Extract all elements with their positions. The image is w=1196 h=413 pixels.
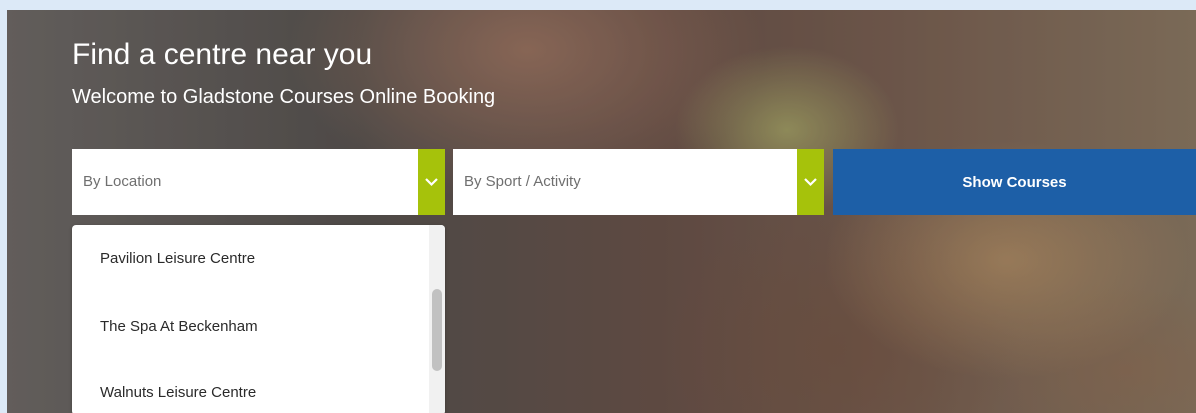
- show-courses-button[interactable]: Show Courses: [833, 149, 1196, 215]
- dropdown-scrollbar-thumb[interactable]: [432, 289, 442, 371]
- dropdown-option-walnuts[interactable]: Walnuts Leisure Centre: [100, 384, 256, 401]
- hero-banner: Find a centre near you Welcome to Gladst…: [7, 10, 1196, 413]
- page-title: Find a centre near you: [72, 38, 373, 71]
- chevron-down-icon: [425, 178, 438, 187]
- location-select-toggle[interactable]: [418, 149, 445, 215]
- dropdown-scrollbar[interactable]: [429, 225, 445, 413]
- sport-select-toggle[interactable]: [797, 149, 824, 215]
- dropdown-option-pavilion[interactable]: Pavilion Leisure Centre: [100, 250, 255, 267]
- sport-select-placeholder: By Sport / Activity: [464, 173, 581, 190]
- page-subtitle: Welcome to Gladstone Courses Online Book…: [72, 86, 496, 108]
- location-select-placeholder: By Location: [83, 173, 162, 190]
- location-dropdown-list: Pavilion Leisure Centre The Spa At Becke…: [72, 225, 445, 413]
- sport-activity-select[interactable]: By Sport / Activity: [453, 149, 824, 215]
- location-select[interactable]: By Location: [72, 149, 445, 215]
- chevron-down-icon: [804, 178, 817, 187]
- dropdown-option-spa-beckenham[interactable]: The Spa At Beckenham: [100, 318, 258, 335]
